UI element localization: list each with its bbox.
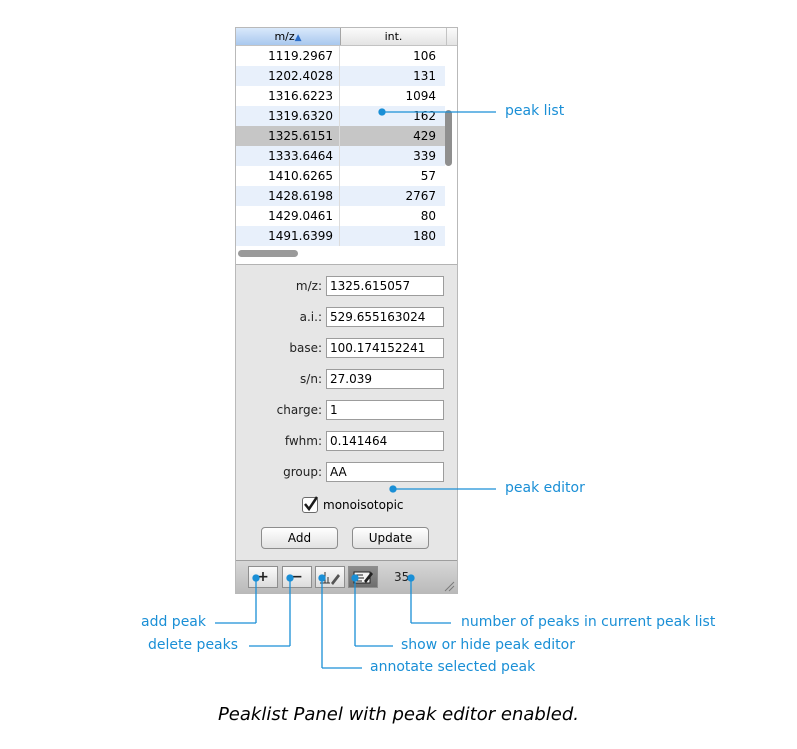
callout-annotate: annotate selected peak xyxy=(370,659,536,675)
callout-peak-list: peak list xyxy=(505,103,565,119)
callout-add-peak: add peak xyxy=(141,614,206,630)
figure-caption: Peaklist Panel with peak editor enabled. xyxy=(217,704,580,725)
callout-show-hide-editor: show or hide peak editor xyxy=(401,637,575,653)
callout-lines xyxy=(215,108,496,669)
callout-peak-count: number of peaks in current peak list xyxy=(461,614,716,630)
callout-peak-editor: peak editor xyxy=(505,480,585,496)
callout-delete-peaks: delete peaks xyxy=(148,637,239,653)
